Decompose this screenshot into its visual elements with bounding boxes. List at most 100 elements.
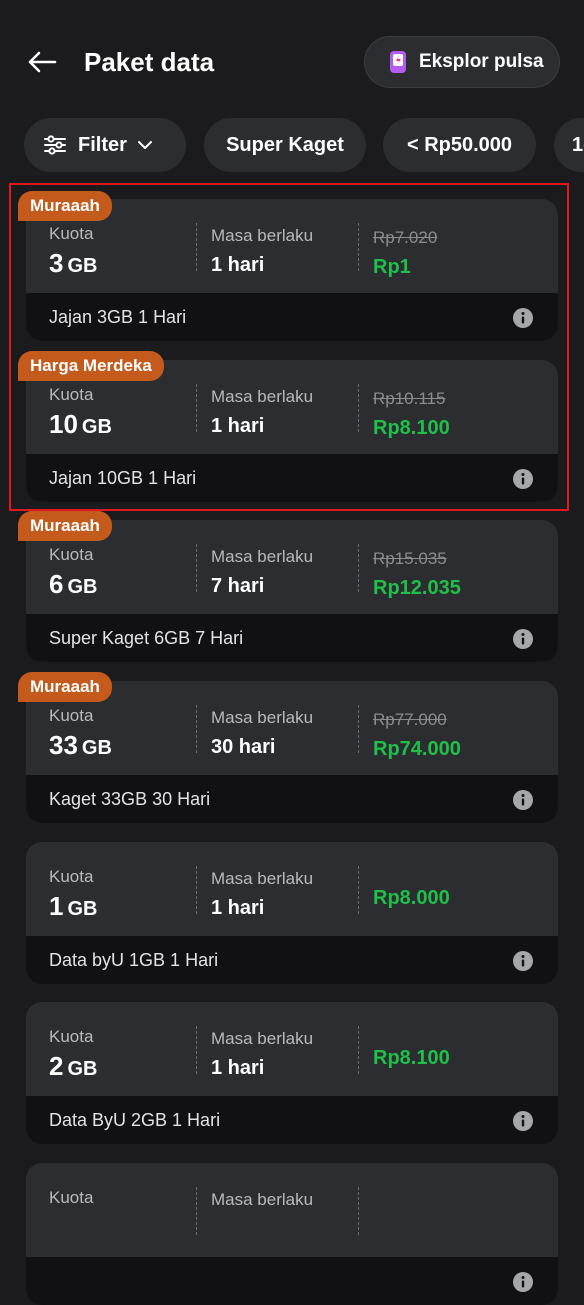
quota-column: Kuota 1 GB xyxy=(49,866,97,923)
period-value: 7 hari xyxy=(211,575,265,597)
quota-unit: GB xyxy=(67,898,98,920)
info-icon[interactable] xyxy=(512,950,534,972)
column-divider xyxy=(358,384,359,432)
period-column: Masa berlaku 1 hari xyxy=(211,386,313,440)
package-card[interactable]: Kuota 10 GB Masa berlaku 1 hari Rp10.115 … xyxy=(26,360,558,502)
column-divider xyxy=(358,223,359,271)
quota-column: Kuota xyxy=(49,1187,93,1244)
quota-label: Kuota xyxy=(49,1188,94,1207)
quota-label: Kuota xyxy=(49,1027,94,1046)
quota-value: 6 xyxy=(49,569,64,599)
discount-price: Rp12.035 xyxy=(373,577,461,599)
quota-label: Kuota xyxy=(49,224,94,243)
quota-value: 10 xyxy=(49,409,78,439)
quota-value: 1 xyxy=(49,891,64,921)
package-name-bar: Data ByU 2GB 1 Hari xyxy=(26,1096,558,1144)
promo-badge: Muraaah xyxy=(18,191,112,221)
package-card[interactable]: Kuota Masa berlaku xyxy=(26,1163,558,1305)
package-card[interactable]: Kuota 2 GB Masa berlaku 1 hari Rp8.100 Da… xyxy=(26,1002,558,1144)
discount-price: Rp1 xyxy=(373,256,411,278)
package-name: Data byU 1GB 1 Hari xyxy=(49,949,219,970)
column-divider xyxy=(196,544,197,592)
promo-badge: Harga Merdeka xyxy=(18,351,164,381)
package-name-bar: Data byU 1GB 1 Hari xyxy=(26,936,558,984)
package-name: Super Kaget 6GB 7 Hari xyxy=(49,627,244,648)
quota-label: Kuota xyxy=(49,545,94,564)
package-card[interactable]: Kuota 1 GB Masa berlaku 1 hari Rp8.000 Da… xyxy=(26,842,558,984)
quota-value: 33 xyxy=(49,730,78,760)
package-name: Jajan 10GB 1 Hari xyxy=(49,467,197,488)
chip-under-50000[interactable]: < Rp50.000 xyxy=(383,118,536,172)
info-icon[interactable] xyxy=(512,789,534,811)
quota-label: Kuota xyxy=(49,706,94,725)
package-name: Data ByU 2GB 1 Hari xyxy=(49,1109,221,1130)
quota-column: Kuota 2 GB xyxy=(49,1026,97,1083)
column-divider xyxy=(358,705,359,753)
original-price: Rp77.000 xyxy=(373,710,447,729)
package-name-bar: Super Kaget 6GB 7 Hari xyxy=(26,614,558,662)
quota-unit: GB xyxy=(67,255,98,277)
discount-price: Rp8.100 xyxy=(373,417,450,439)
price-column: Rp8.100 xyxy=(373,1040,450,1072)
period-column: Masa berlaku 1 hari xyxy=(211,225,313,279)
column-divider xyxy=(196,866,197,914)
period-label: Masa berlaku xyxy=(211,1029,314,1048)
package-name-bar: Jajan 10GB 1 Hari xyxy=(26,454,558,502)
package-name-bar: Kaget 33GB 30 Hari xyxy=(26,775,558,823)
chip-partial[interactable]: 1- xyxy=(554,118,584,172)
quota-label: Kuota xyxy=(49,385,94,404)
quota-column: Kuota 6 GB xyxy=(49,544,97,601)
chip-super-kaget[interactable]: Super Kaget xyxy=(204,118,366,172)
period-value: 30 hari xyxy=(211,736,276,758)
column-divider xyxy=(196,705,197,753)
period-label: Masa berlaku xyxy=(211,1190,314,1209)
chevron-down-icon xyxy=(137,141,152,149)
filter-chip[interactable]: Filter xyxy=(24,118,186,172)
column-divider xyxy=(196,384,197,432)
info-icon[interactable] xyxy=(512,307,534,329)
page-title: Paket data xyxy=(84,47,215,77)
info-icon[interactable] xyxy=(512,468,534,490)
period-label: Masa berlaku xyxy=(211,226,314,245)
info-icon[interactable] xyxy=(512,628,534,650)
period-label: Masa berlaku xyxy=(211,708,314,727)
info-icon[interactable] xyxy=(512,1110,534,1132)
quota-column: Kuota 10 GB xyxy=(49,384,112,441)
original-price: Rp7.020 xyxy=(373,228,438,247)
quota-value: 2 xyxy=(49,1051,64,1081)
quota-unit: GB xyxy=(67,1058,98,1080)
explore-pulsa-button[interactable]: Eksplor pulsa xyxy=(364,36,560,88)
package-name: Kaget 33GB 30 Hari xyxy=(49,788,211,809)
info-icon[interactable] xyxy=(512,1271,534,1293)
back-button[interactable] xyxy=(24,44,60,80)
promo-badge: Muraaah xyxy=(18,511,112,541)
period-value: 1 hari xyxy=(211,1057,265,1079)
package-name: Jajan 3GB 1 Hari xyxy=(49,306,187,327)
period-column: Masa berlaku 1 hari xyxy=(211,868,313,922)
column-divider xyxy=(358,1187,359,1235)
period-value: 1 hari xyxy=(211,415,265,437)
period-label: Masa berlaku xyxy=(211,547,314,566)
discount-price: Rp8.100 xyxy=(373,1047,450,1069)
price-column: Rp77.000 Rp74.000 xyxy=(373,709,461,763)
price-column: Rp8.000 xyxy=(373,880,450,912)
sliders-icon xyxy=(44,135,66,155)
quota-label: Kuota xyxy=(49,867,94,886)
top-bar: Paket data Eksplor pulsa xyxy=(0,0,584,120)
period-label: Masa berlaku xyxy=(211,387,314,406)
price-column: Rp7.020 Rp1 xyxy=(373,227,437,281)
price-column: Rp10.115 Rp8.100 xyxy=(373,388,450,442)
original-price: Rp10.115 xyxy=(373,389,446,408)
quota-unit: GB xyxy=(81,737,112,759)
original-price: Rp15.035 xyxy=(373,549,447,568)
package-card[interactable]: Kuota 6 GB Masa berlaku 7 hari Rp15.035 R… xyxy=(26,520,558,662)
quota-value: 3 xyxy=(49,248,64,278)
period-column: Masa berlaku xyxy=(211,1189,313,1215)
package-card[interactable]: Kuota 33 GB Masa berlaku 30 hari Rp77.000… xyxy=(26,681,558,823)
phone-card-icon xyxy=(390,51,406,73)
period-value: 1 hari xyxy=(211,897,265,919)
column-divider xyxy=(196,1026,197,1074)
quota-column: Kuota 3 GB xyxy=(49,223,97,280)
discount-price: Rp74.000 xyxy=(373,738,461,760)
package-card[interactable]: Kuota 3 GB Masa berlaku 1 hari Rp7.020 Rp… xyxy=(26,199,558,341)
